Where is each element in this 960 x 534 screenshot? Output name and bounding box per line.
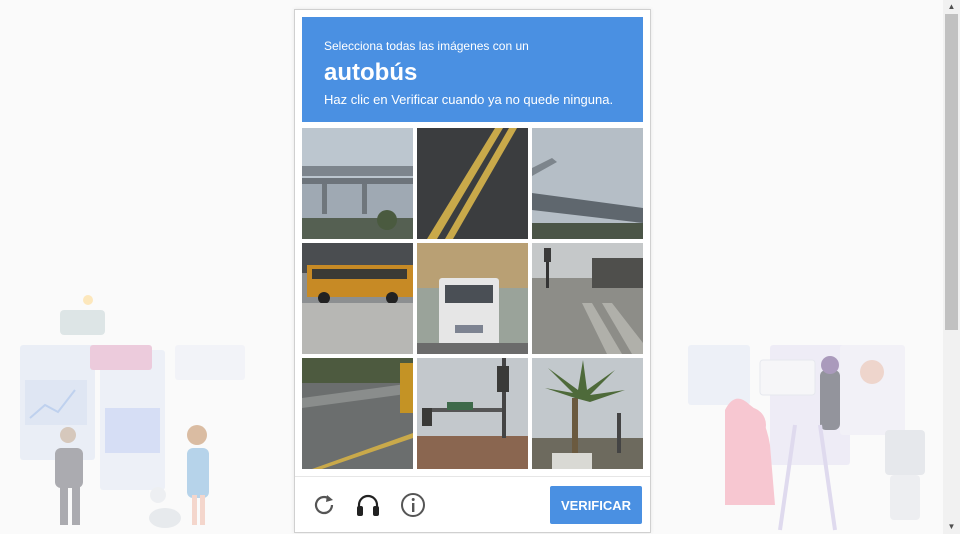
info-icon[interactable] xyxy=(399,491,427,519)
image-tile[interactable] xyxy=(302,128,413,239)
verify-button[interactable]: VERIFICAR xyxy=(550,486,642,524)
scroll-down-arrow-icon[interactable]: ▼ xyxy=(943,520,960,534)
vertical-scrollbar[interactable]: ▲ ▼ xyxy=(943,0,960,534)
captcha-footer: VERIFICAR xyxy=(295,476,650,533)
image-tile[interactable] xyxy=(532,243,643,354)
image-tile[interactable] xyxy=(417,243,528,354)
image-tile[interactable] xyxy=(302,358,413,469)
image-tile[interactable] xyxy=(417,128,528,239)
captcha-instruction-header: Selecciona todas las imágenes con un aut… xyxy=(302,17,643,122)
background-illustration-right xyxy=(688,345,925,531)
scroll-up-arrow-icon[interactable]: ▲ xyxy=(943,0,960,14)
background-illustration-left xyxy=(20,295,245,528)
instruction-suffix: Haz clic en Verificar cuando ya no quede… xyxy=(324,92,614,107)
captcha-challenge: Selecciona todas las imágenes con un aut… xyxy=(294,9,651,533)
image-tile[interactable] xyxy=(532,358,643,469)
scroll-thumb[interactable] xyxy=(945,14,958,330)
instruction-prefix: Selecciona todas las imágenes con un xyxy=(324,39,529,53)
reload-icon[interactable] xyxy=(310,491,338,519)
image-tile[interactable] xyxy=(417,358,528,469)
image-tile[interactable] xyxy=(302,243,413,354)
audio-headphones-icon[interactable] xyxy=(354,491,382,519)
image-tile[interactable] xyxy=(532,128,643,239)
image-grid xyxy=(302,128,644,470)
target-object-keyword: autobús xyxy=(324,59,418,86)
